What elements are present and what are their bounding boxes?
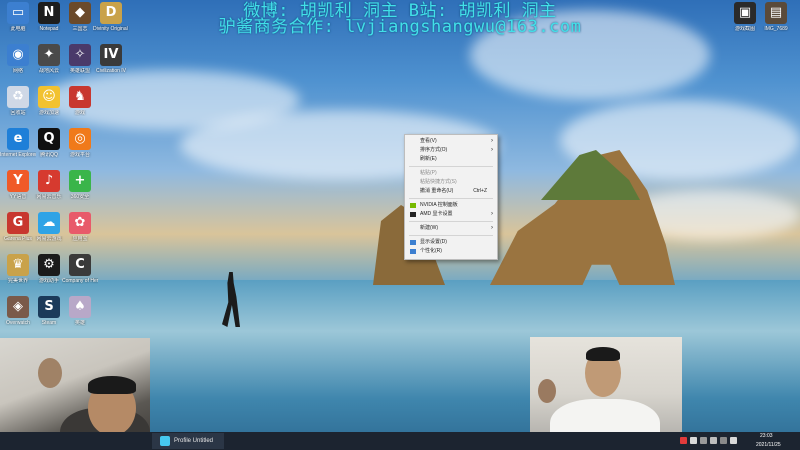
desktop-context-menu: 查看(V) › 排序方式(O) › 刷新(E) 粘贴(P) 粘贴快捷方式(S) 撤消 重命名(… [404, 134, 498, 260]
context-menu-item-label: 粘贴(P) [420, 170, 437, 176]
desktop-icon[interactable]: ♞ 游戏 [62, 86, 98, 126]
game-icon: ☺ [38, 86, 60, 108]
cloud-icon: ☁ [38, 212, 60, 234]
context-menu-item-label: 刷新(E) [420, 156, 437, 162]
chevron-right-icon: › [491, 225, 493, 231]
context-menu-item-label: 新建(W) [420, 225, 439, 231]
game-icon: ♞ [69, 86, 91, 108]
webcam-background-person [538, 379, 556, 403]
app-store-icon: ✿ [69, 212, 91, 234]
context-menu-item-label: AMD 显卡设置 [420, 211, 453, 217]
context-menu-shortcut: Ctrl+Z [473, 188, 487, 194]
desktop-icon[interactable]: ♠ 英雄 [62, 296, 98, 336]
clock-time[interactable]: 23:03 [760, 433, 773, 439]
context-menu-separator [409, 221, 493, 222]
chevron-right-icon: › [491, 147, 493, 153]
ie-icon: e [7, 128, 29, 150]
desktop-icon[interactable]: ◎ 游戏平台 [62, 128, 98, 168]
game-icon: ◈ [7, 296, 29, 318]
desktop-icon-label: 360安全 [70, 194, 90, 200]
context-menu-separator [409, 198, 493, 199]
steam-icon: S [38, 296, 60, 318]
game-icon: ◆ [69, 2, 91, 24]
recycle-bin-icon: ♻ [7, 86, 29, 108]
context-menu-item-label: 查看(V) [420, 138, 437, 144]
game-icon: ✧ [69, 44, 91, 66]
personalize-icon [410, 249, 416, 254]
desktop-icon[interactable]: D Divinity Original Sin [93, 2, 129, 42]
desktop-icon-label: 应用宝 [72, 236, 88, 242]
game-icon: ✦ [38, 44, 60, 66]
d-app-icon: D [100, 2, 122, 24]
game-icon: ◎ [69, 128, 91, 150]
desktop-icon-label: 游戏平台 [69, 152, 90, 158]
game-icon: ♠ [69, 296, 91, 318]
qq-icon: Q [38, 128, 60, 150]
music-icon: ♪ [38, 170, 60, 192]
context-menu-item[interactable]: 排序方式(O) › [405, 146, 497, 155]
context-menu-item[interactable]: 粘贴(P) [405, 169, 497, 178]
n-app-icon: N [38, 2, 60, 24]
network-icon: ◉ [7, 44, 29, 66]
context-menu-item-label: 粘贴快捷方式(S) [420, 179, 457, 185]
civ-icon: IV [100, 44, 122, 66]
tray-app-icon[interactable] [680, 437, 687, 444]
context-menu-item-label: 显示设置(D) [420, 239, 447, 245]
context-menu-item-label: 排序方式(O) [420, 147, 448, 153]
context-menu-item[interactable]: 新建(W) › [405, 224, 497, 233]
game-icon: ⚙ [38, 254, 60, 276]
system-tray [680, 433, 800, 450]
game-icon: G [7, 212, 29, 234]
shield-icon: + [69, 170, 91, 192]
desktop-icon[interactable]: ▤ IMG_7689 [758, 2, 794, 42]
desktop-icon-label: IMG_7689 [764, 26, 788, 32]
clock-date[interactable]: 2021/11/25 [756, 442, 781, 448]
coh2-icon: C [69, 254, 91, 276]
game-icon: ♛ [7, 254, 29, 276]
context-menu-item[interactable]: NVIDIA 控制面板 [405, 201, 497, 210]
context-menu-item[interactable]: AMD 显卡设置 › [405, 210, 497, 219]
context-menu-item[interactable]: 查看(V) › [405, 137, 497, 146]
folder-icon: ▣ [734, 2, 756, 24]
context-menu-item[interactable]: 显示设置(D) [405, 238, 497, 247]
desktop-icon-label: 英雄 [74, 320, 85, 326]
context-menu-item-label: 个性化(R) [420, 248, 442, 254]
volume-icon[interactable] [710, 437, 717, 444]
context-menu-item[interactable]: 粘贴快捷方式(S) [405, 178, 497, 187]
desktop-icon-label: Company of Heroes 2 [62, 278, 98, 284]
image-icon: ▤ [765, 2, 787, 24]
desktop-icon[interactable]: ✿ 应用宝 [62, 212, 98, 252]
yy-icon: Y [7, 170, 29, 192]
notification-icon[interactable] [730, 437, 737, 444]
amd-icon [410, 212, 416, 217]
desktop-icon-label: Civilization IV [95, 68, 126, 74]
desktop-icon-label: 游戏 [74, 110, 85, 116]
desktop-icon-label: Divinity Original Sin [93, 26, 129, 32]
nvidia-icon [410, 203, 416, 208]
context-menu-separator [409, 235, 493, 236]
context-menu-item[interactable]: 个性化(R) [405, 247, 497, 256]
input-method-icon[interactable] [720, 437, 727, 444]
desktop-icon[interactable]: +360安全 [62, 170, 98, 210]
webcam-person-hair [586, 347, 620, 361]
display-icon [410, 240, 416, 245]
network-icon[interactable] [700, 437, 707, 444]
webcam-person-hair [88, 376, 136, 394]
desktop-icon[interactable]: C Company of Heroes 2 [62, 254, 98, 294]
context-menu-item[interactable]: 刷新(E) [405, 155, 497, 164]
webcam-background-person [38, 358, 62, 388]
context-menu-item[interactable]: 撤消 重命名(U) Ctrl+Z [405, 187, 497, 196]
taskbar-window-title: Profile Untitled [174, 438, 214, 444]
app-icon [160, 436, 170, 446]
context-menu-item-label: NVIDIA 控制面板 [420, 202, 458, 208]
context-menu-separator [409, 166, 493, 167]
chevron-right-icon: › [491, 138, 493, 144]
context-menu-item-label: 撤消 重命名(U) [420, 188, 454, 194]
chevron-right-icon: › [491, 211, 493, 217]
computer-icon: ▭ [7, 2, 29, 24]
desktop-icon[interactable]: IV Civilization IV [93, 44, 129, 84]
tray-chevron-icon[interactable] [690, 437, 697, 444]
